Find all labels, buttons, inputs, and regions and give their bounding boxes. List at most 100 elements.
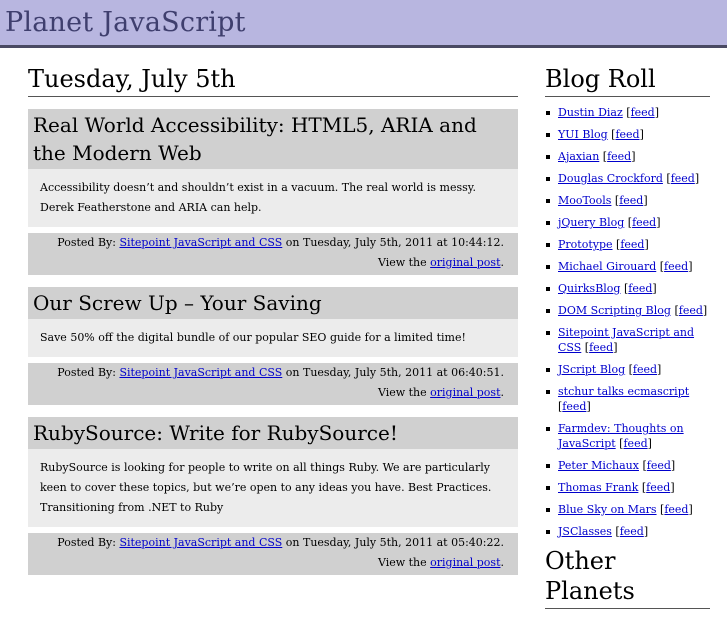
blog-link[interactable]: Blue Sky on Mars <box>558 503 657 516</box>
blog-link[interactable]: Ajaxian <box>558 150 599 163</box>
bullet-icon <box>546 464 550 468</box>
post-title: Our Screw Up – Your Saving <box>28 287 518 319</box>
blog-link[interactable]: QuirksBlog <box>558 282 620 295</box>
blog-link[interactable]: Prototype <box>558 238 613 251</box>
meta-suffix: . <box>500 386 505 399</box>
bullet-icon <box>546 390 550 394</box>
blog-link[interactable]: Sitepoint JavaScript and CSS <box>558 326 694 354</box>
bullet-icon <box>546 508 550 512</box>
blog-link[interactable]: Peter Michaux <box>558 459 639 472</box>
post-entry: Real World Accessibility: HTML5, ARIA an… <box>28 109 518 275</box>
bullet-icon <box>546 111 550 115</box>
blog-link[interactable]: Thomas Frank <box>558 481 638 494</box>
blog-link[interactable]: JSClasses <box>558 525 612 538</box>
meta-suffix: . <box>500 556 505 569</box>
bullet-icon <box>546 530 550 534</box>
blogroll-item: jQuery Blog [feed] <box>545 215 710 230</box>
feed-link[interactable]: feed <box>620 525 644 538</box>
blogroll-item: Michael Girouard [feed] <box>545 259 710 274</box>
feed-link[interactable]: feed <box>619 194 643 207</box>
blog-link[interactable]: Michael Girouard <box>558 260 656 273</box>
blogroll-item: MooTools [feed] <box>545 193 710 208</box>
blog-link[interactable]: stchur talks ecmascript <box>558 385 689 398</box>
feed-link[interactable]: feed <box>631 106 655 119</box>
meta-suffix: . <box>500 256 505 269</box>
bullet-icon <box>546 221 550 225</box>
other-planets-heading: Other Planets <box>545 546 710 609</box>
blogroll-item: Douglas Crockford [feed] <box>545 171 710 186</box>
feed-link[interactable]: feed <box>633 363 657 376</box>
blogroll-item: Prototype [feed] <box>545 237 710 252</box>
blogroll-item: Ajaxian [feed] <box>545 149 710 164</box>
original-post-link[interactable]: original post <box>430 256 500 269</box>
feed-link[interactable]: feed <box>632 216 656 229</box>
blog-link[interactable]: DOM Scripting Blog <box>558 304 671 317</box>
blog-link[interactable]: Douglas Crockford <box>558 172 663 185</box>
bullet-icon <box>546 133 550 137</box>
blogroll-item: Peter Michaux [feed] <box>545 458 710 473</box>
blogroll-item: Sitepoint JavaScript and CSS [feed] <box>545 325 710 355</box>
feed-link[interactable]: feed <box>628 282 652 295</box>
post-entry: RubySource: Write for RubySource! RubySou… <box>28 417 518 575</box>
blogroll-item: Farmdev: Thoughts on JavaScript [feed] <box>545 421 710 451</box>
site-title[interactable]: Planet JavaScript <box>5 7 246 38</box>
author-link[interactable]: Sitepoint JavaScript and CSS <box>119 366 282 379</box>
blog-link[interactable]: jQuery Blog <box>558 216 624 229</box>
blogroll-item: DOM Scripting Blog [feed] <box>545 303 710 318</box>
bullet-icon <box>546 486 550 490</box>
feed-link[interactable]: feed <box>679 304 703 317</box>
site-header: Planet JavaScript <box>0 0 727 48</box>
blog-link[interactable]: Farmdev: Thoughts on JavaScript <box>558 422 684 450</box>
bullet-icon <box>546 177 550 181</box>
bullet-icon <box>546 368 550 372</box>
bullet-icon <box>546 309 550 313</box>
bullet-icon <box>546 199 550 203</box>
bullet-icon <box>546 427 550 431</box>
blogroll-item: QuirksBlog [feed] <box>545 281 710 296</box>
bullet-icon <box>546 265 550 269</box>
feed-link[interactable]: feed <box>623 437 647 450</box>
bullet-icon <box>546 243 550 247</box>
post-body: RubySource is looking for people to writ… <box>28 449 518 527</box>
blogroll-item: Dustin Diaz [feed] <box>545 105 710 120</box>
post-meta: Posted By: Sitepoint JavaScript and CSS … <box>28 533 518 575</box>
blog-link[interactable]: MooTools <box>558 194 611 207</box>
bullet-icon <box>546 155 550 159</box>
feed-link[interactable]: feed <box>589 341 613 354</box>
feed-link[interactable]: feed <box>607 150 631 163</box>
blogroll-item: Blue Sky on Mars [feed] <box>545 502 710 517</box>
post-title: RubySource: Write for RubySource! <box>28 417 518 449</box>
blogroll-heading: Blog Roll <box>545 64 710 97</box>
posted-by-label: Posted By: <box>57 366 120 379</box>
feed-link[interactable]: feed <box>620 238 644 251</box>
feed-link[interactable]: feed <box>615 128 639 141</box>
blogroll-item: Thomas Frank [feed] <box>545 480 710 495</box>
blog-link[interactable]: JScript Blog <box>558 363 625 376</box>
blogroll-item: JSClasses [feed] <box>545 524 710 539</box>
feed-link[interactable]: feed <box>671 172 695 185</box>
post-body: Save 50% off the digital bundle of our p… <box>28 319 518 357</box>
feed-link[interactable]: feed <box>664 260 688 273</box>
post-meta: Posted By: Sitepoint JavaScript and CSS … <box>28 233 518 275</box>
post-list: Real World Accessibility: HTML5, ARIA an… <box>28 109 518 575</box>
bullet-icon <box>546 287 550 291</box>
blog-link[interactable]: YUI Blog <box>558 128 608 141</box>
author-link[interactable]: Sitepoint JavaScript and CSS <box>119 536 282 549</box>
blog-link[interactable]: Dustin Diaz <box>558 106 623 119</box>
post-meta: Posted By: Sitepoint JavaScript and CSS … <box>28 363 518 405</box>
author-link[interactable]: Sitepoint JavaScript and CSS <box>119 236 282 249</box>
feed-link[interactable]: feed <box>664 503 688 516</box>
sidebar: Blog Roll Dustin Diaz [feed] YUI Blog [fe… <box>545 48 710 617</box>
blogroll-item: YUI Blog [feed] <box>545 127 710 142</box>
feed-link[interactable]: feed <box>646 481 670 494</box>
feed-link[interactable]: feed <box>647 459 671 472</box>
feed-link[interactable]: feed <box>562 400 586 413</box>
post-entry: Our Screw Up – Your Saving Save 50% off t… <box>28 287 518 405</box>
original-post-link[interactable]: original post <box>430 386 500 399</box>
day-heading: Tuesday, July 5th <box>28 64 518 97</box>
original-post-link[interactable]: original post <box>430 556 500 569</box>
blogroll-item: stchur talks ecmascript [feed] <box>545 384 710 414</box>
blogroll-item: JScript Blog [feed] <box>545 362 710 377</box>
posted-by-label: Posted By: <box>57 236 120 249</box>
post-body: Accessibility doesn’t and shouldn’t exis… <box>28 169 518 227</box>
